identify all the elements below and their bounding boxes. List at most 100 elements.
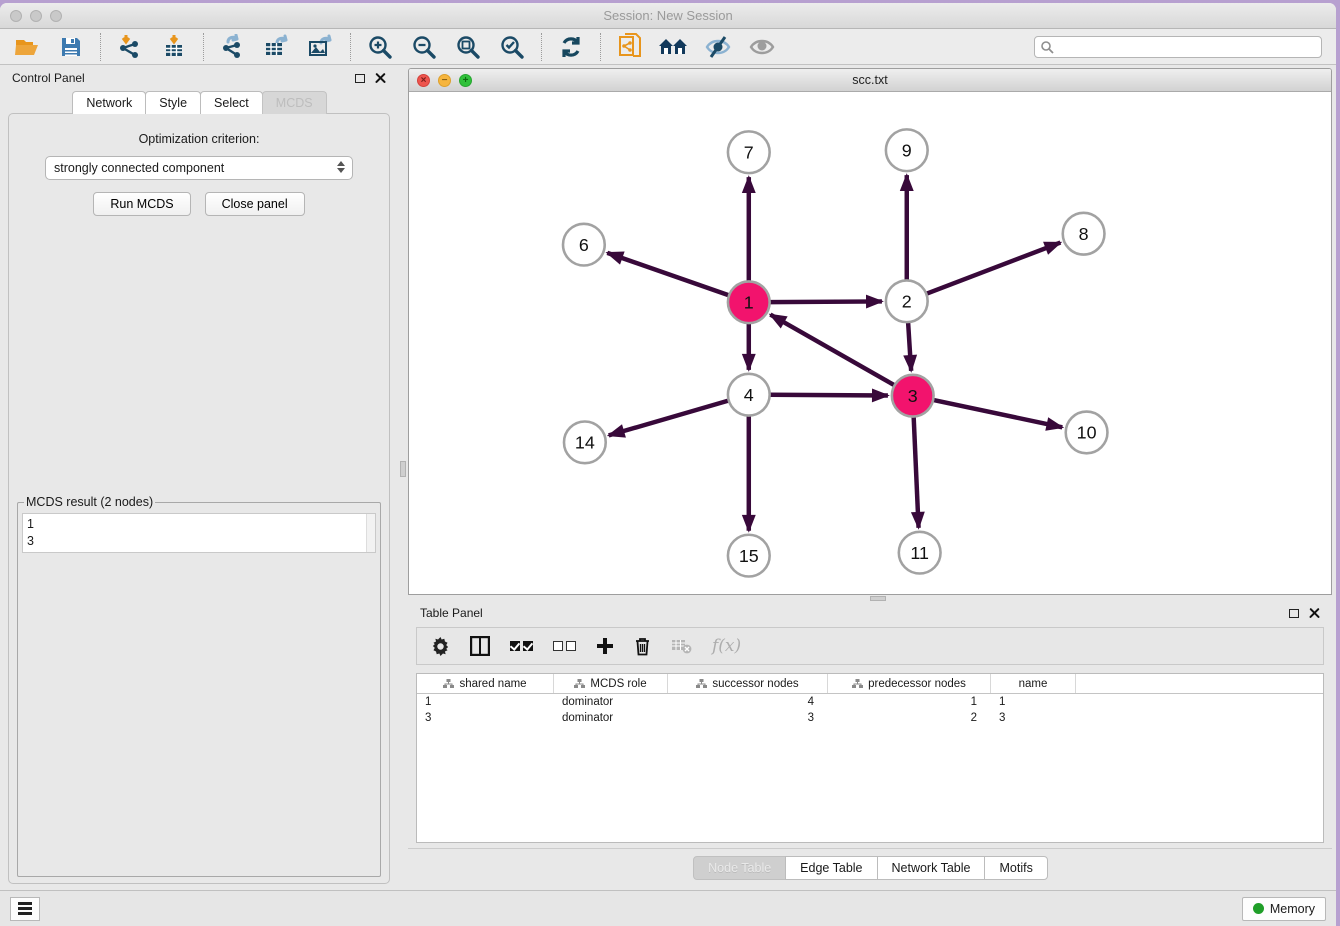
graph-edge-1-2[interactable] [770,301,882,302]
network-canvas[interactable]: 7968124314101511 [409,92,1331,594]
table-cell[interactable]: 3 [417,712,554,724]
table-cell[interactable]: 1 [417,696,554,708]
column-settings-gear-icon[interactable] [431,637,450,656]
first-neighbors-icon[interactable] [655,32,693,62]
mcds-result-textarea[interactable]: 1 3 [22,513,376,553]
column-header-successor-nodes[interactable]: successor nodes [668,674,828,693]
graph-node-label-2: 2 [902,292,912,312]
graph-node-label-1: 1 [744,293,754,313]
task-history-button[interactable] [10,897,40,921]
show-columns-icon[interactable] [470,636,490,656]
column-header-shared-name[interactable]: shared name [417,674,554,693]
result-scrollbar[interactable] [366,514,375,552]
toolbar-separator [600,33,601,61]
tree-icon [443,679,454,689]
main-toolbar [0,29,1336,65]
close-panel-icon[interactable] [375,73,386,84]
import-network-icon[interactable] [111,32,149,62]
tree-icon [696,679,707,689]
horizontal-splitter[interactable] [408,595,1332,601]
memory-label: Memory [1270,902,1315,916]
clone-network-icon[interactable] [611,32,649,62]
graph-edge-3-1[interactable] [770,315,894,386]
table-cell[interactable]: 4 [668,696,828,708]
tab-node-table[interactable]: Node Table [693,856,786,880]
select-stepper-icon [337,161,345,173]
graph-edge-2-8[interactable] [926,243,1060,294]
window-titlebar: Session: New Session [0,3,1336,29]
graph-edge-1-6[interactable] [607,253,729,296]
zoom-in-icon[interactable] [361,32,399,62]
graph-edge-4-3[interactable] [770,395,888,396]
graph-node-label-14: 14 [575,433,595,453]
table-cell[interactable]: 3 [991,712,1076,724]
hide-selected-icon[interactable] [699,32,737,62]
graph-node-label-6: 6 [579,235,589,255]
tab-select[interactable]: Select [200,91,263,114]
graph-node-label-4: 4 [744,385,754,405]
criterion-select[interactable]: strongly connected component [45,156,353,180]
zoom-selected-icon[interactable] [493,32,531,62]
tab-mcds[interactable]: MCDS [262,91,327,114]
table-cell[interactable]: 1 [828,696,991,708]
node-table[interactable]: shared name MCDS role successor nodes [416,673,1324,843]
mcds-result-values: 1 3 [23,514,375,552]
search-icon [1040,40,1054,59]
zoom-out-icon[interactable] [405,32,443,62]
network-window-titlebar: × − + scc.txt [409,69,1331,92]
tab-motifs[interactable]: Motifs [984,856,1047,880]
list-icon [18,902,32,915]
column-header-predecessor-nodes[interactable]: predecessor nodes [828,674,991,693]
close-table-panel-icon[interactable] [1309,608,1320,619]
zoom-fit-icon[interactable] [449,32,487,62]
control-panel-tabs: Network Style Select MCDS [0,91,398,114]
table-cell[interactable]: 1 [991,696,1076,708]
memory-status-dot [1253,903,1264,914]
float-table-panel-icon[interactable] [1289,609,1299,618]
network-graph[interactable]: 7968124314101511 [409,92,1331,594]
table-body: 1dominator4113dominator323 [417,694,1323,726]
memory-button[interactable]: Memory [1242,897,1326,921]
graph-edge-3-11[interactable] [914,417,919,528]
export-image-icon[interactable] [302,32,340,62]
control-panel-title: Control Panel [12,71,85,85]
delete-column-trash-icon[interactable] [634,637,651,656]
graph-edge-3-10[interactable] [933,400,1062,427]
tab-edge-table[interactable]: Edge Table [785,856,877,880]
table-row[interactable]: 1dominator411 [417,694,1323,710]
open-folder-icon[interactable] [8,32,46,62]
table-cell[interactable]: dominator [554,696,668,708]
export-table-icon[interactable] [258,32,296,62]
table-cell[interactable]: 3 [668,712,828,724]
table-cell[interactable]: 2 [828,712,991,724]
export-network-icon[interactable] [214,32,252,62]
tab-network[interactable]: Network [72,91,146,114]
status-bar: Memory [0,890,1336,926]
mcds-result-title: MCDS result (2 nodes) [24,495,155,509]
import-table-icon[interactable] [155,32,193,62]
graph-node-label-9: 9 [902,141,912,161]
tab-network-table[interactable]: Network Table [877,856,986,880]
column-header-mcds-role[interactable]: MCDS role [554,674,668,693]
splitter-handle[interactable] [400,461,406,477]
graph-edge-4-14[interactable] [609,400,729,435]
toolbar-separator [541,33,542,61]
table-row[interactable]: 3dominator323 [417,710,1323,726]
run-mcds-button[interactable]: Run MCDS [93,192,190,216]
column-header-name[interactable]: name [991,674,1076,693]
vertical-splitter[interactable] [398,65,408,890]
graph-edge-2-3[interactable] [908,322,911,371]
search-input[interactable] [1034,36,1322,58]
select-all-checks-icon[interactable] [510,641,533,651]
toolbar-separator [100,33,101,61]
graph-node-label-8: 8 [1079,224,1089,244]
tab-style[interactable]: Style [145,91,201,114]
table-cell[interactable]: dominator [554,712,668,724]
close-panel-button[interactable]: Close panel [205,192,305,216]
add-column-icon[interactable] [596,637,614,655]
save-session-icon[interactable] [52,32,90,62]
float-panel-icon[interactable] [355,74,365,83]
splitter-handle[interactable] [870,596,886,601]
refresh-layout-icon[interactable] [552,32,590,62]
deselect-all-checks-icon[interactable] [553,641,576,651]
